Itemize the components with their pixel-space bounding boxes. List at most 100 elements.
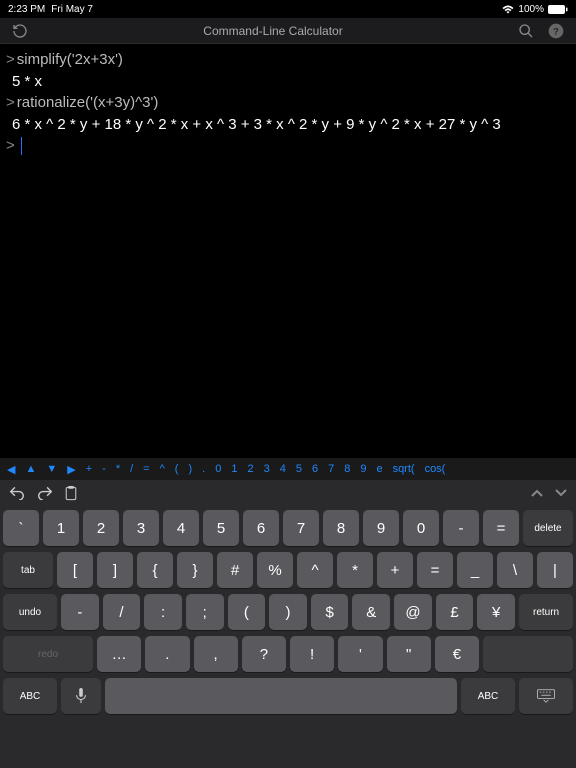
key-?[interactable]: ? (242, 636, 286, 672)
key-,[interactable]: , (194, 636, 238, 672)
key-}[interactable]: } (177, 552, 213, 588)
status-date: Fri May 7 (51, 4, 93, 15)
key-%[interactable]: % (257, 552, 293, 588)
toolbar-item[interactable]: 4 (275, 463, 291, 475)
key--[interactable]: - (443, 510, 479, 546)
refresh-button[interactable] (10, 23, 30, 39)
toolbar-item[interactable]: 8 (339, 463, 355, 475)
mic-icon[interactable] (61, 678, 101, 714)
key-9[interactable]: 9 (363, 510, 399, 546)
key-*[interactable]: * (337, 552, 373, 588)
toolbar-item[interactable]: sqrt( (388, 463, 420, 475)
key-…[interactable]: … (97, 636, 141, 672)
toolbar-item[interactable]: 9 (355, 463, 371, 475)
status-bar: 2:23 PM Fri May 7 100% (0, 0, 576, 18)
toolbar-item[interactable]: ) (183, 463, 197, 475)
key-shift[interactable] (483, 636, 573, 672)
key-^[interactable]: ^ (297, 552, 333, 588)
key-return[interactable]: return (519, 594, 573, 630)
toolbar-item[interactable]: . (197, 463, 210, 475)
keyboard: `1234567890-=delete tab[]{}#%^*+=_\| und… (0, 506, 576, 768)
toolbar-item[interactable]: 3 (259, 463, 275, 475)
toolbar-item[interactable]: * (111, 463, 125, 475)
key-+[interactable]: + (377, 552, 413, 588)
toolbar-item[interactable]: ▲ (20, 463, 41, 475)
search-button[interactable] (516, 23, 536, 39)
key-_[interactable]: _ (457, 552, 493, 588)
text-cursor (21, 137, 23, 155)
toolbar-item[interactable]: cos( (420, 463, 451, 475)
key-tab[interactable]: tab (3, 552, 53, 588)
key--[interactable]: - (61, 594, 99, 630)
toolbar-item[interactable]: 5 (291, 463, 307, 475)
key-"[interactable]: " (387, 636, 431, 672)
toolbar-item[interactable]: ▶ (62, 463, 80, 476)
toolbar-item[interactable]: 0 (210, 463, 226, 475)
toolbar-item[interactable]: + (81, 463, 97, 475)
wifi-icon (502, 5, 514, 14)
toolbar-item[interactable]: ( (170, 463, 184, 475)
key-&[interactable]: & (352, 594, 390, 630)
redo-icon[interactable] (36, 486, 54, 501)
key-:[interactable]: : (144, 594, 182, 630)
key-1[interactable]: 1 (43, 510, 79, 546)
key-7[interactable]: 7 (283, 510, 319, 546)
toolbar-item[interactable]: - (97, 463, 111, 475)
key-€[interactable]: € (435, 636, 479, 672)
key-8[interactable]: 8 (323, 510, 359, 546)
chevron-down-icon[interactable] (554, 488, 568, 498)
toolbar-item[interactable]: ▼ (41, 463, 62, 475)
key-`[interactable]: ` (3, 510, 39, 546)
key-abc-left[interactable]: ABC (3, 678, 57, 714)
key-4[interactable]: 4 (163, 510, 199, 546)
toolbar-item[interactable]: 2 (242, 463, 258, 475)
toolbar-item[interactable]: 6 (307, 463, 323, 475)
status-time: 2:23 PM (8, 4, 45, 15)
key-'[interactable]: ' (338, 636, 382, 672)
key-.[interactable]: . (145, 636, 189, 672)
toolbar-item[interactable]: ^ (155, 463, 170, 475)
key-£[interactable]: £ (436, 594, 474, 630)
chevron-up-icon[interactable] (530, 488, 544, 498)
key-/[interactable]: / (103, 594, 141, 630)
key-#[interactable]: # (217, 552, 253, 588)
toolbar-item[interactable]: = (138, 463, 154, 475)
key-3[interactable]: 3 (123, 510, 159, 546)
key-([interactable]: ( (228, 594, 266, 630)
console-input-2: rationalize('(x+3y)^3') (17, 93, 159, 113)
dismiss-keyboard-icon[interactable] (519, 678, 573, 714)
key-¥[interactable]: ¥ (477, 594, 515, 630)
key-0[interactable]: 0 (403, 510, 439, 546)
console-output-1: 5 * x (12, 72, 42, 92)
key-@[interactable]: @ (394, 594, 432, 630)
key-|[interactable]: | (537, 552, 573, 588)
key-)[interactable]: ) (269, 594, 307, 630)
toolbar-item[interactable]: 7 (323, 463, 339, 475)
key-![interactable]: ! (290, 636, 334, 672)
key-=[interactable]: = (483, 510, 519, 546)
page-title: Command-Line Calculator (30, 24, 516, 38)
key-2[interactable]: 2 (83, 510, 119, 546)
key-5[interactable]: 5 (203, 510, 239, 546)
key-;[interactable]: ; (186, 594, 224, 630)
help-button[interactable]: ? (546, 23, 566, 39)
toolbar-item[interactable]: 1 (226, 463, 242, 475)
key-$[interactable]: $ (311, 594, 349, 630)
key-=[interactable]: = (417, 552, 453, 588)
key-undo[interactable]: undo (3, 594, 57, 630)
key-[[interactable]: [ (57, 552, 93, 588)
symbol-toolbar: ◀▲▼▶+-*/=^().0123456789esqrt(cos( (0, 458, 576, 480)
undo-icon[interactable] (8, 486, 26, 501)
key-{[interactable]: { (137, 552, 173, 588)
key-][interactable]: ] (97, 552, 133, 588)
toolbar-item[interactable]: ◀ (2, 463, 20, 476)
console-area[interactable]: >simplify('2x+3x') 5 * x >rationalize('(… (0, 44, 576, 458)
key-\[interactable]: \ (497, 552, 533, 588)
key-6[interactable]: 6 (243, 510, 279, 546)
key-space[interactable] (105, 678, 457, 714)
paste-icon[interactable] (64, 486, 78, 501)
key-delete[interactable]: delete (523, 510, 573, 546)
toolbar-item[interactable]: / (125, 463, 138, 475)
key-abc-right[interactable]: ABC (461, 678, 515, 714)
toolbar-item[interactable]: e (371, 463, 387, 475)
